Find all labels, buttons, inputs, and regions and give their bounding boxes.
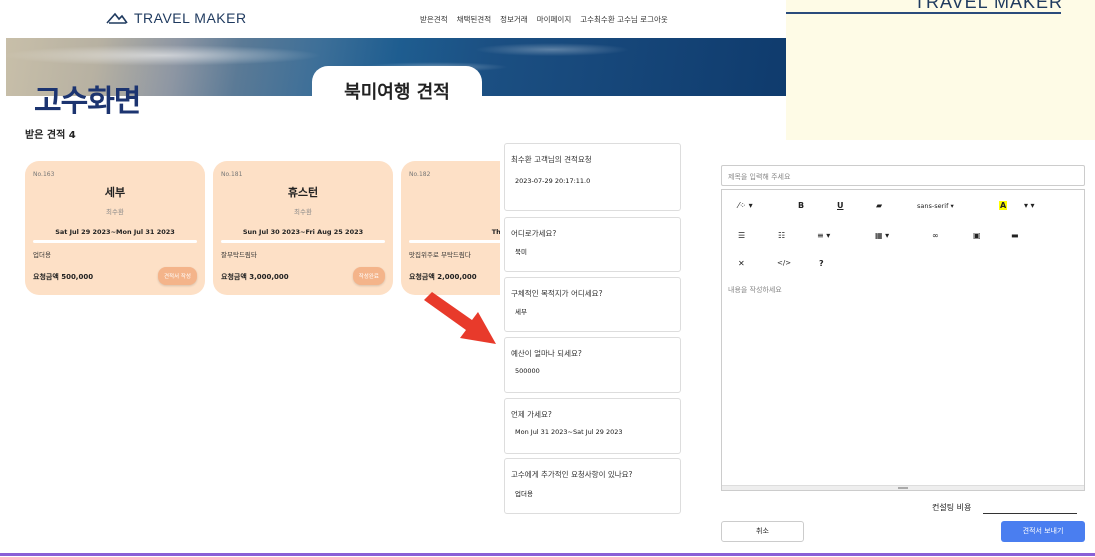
card-dates: Sun Jul 30 2023~Fri Aug 25 2023 (242, 228, 364, 236)
image-icon[interactable]: ▣ (973, 231, 981, 240)
card-destination: 휴스턴 (287, 186, 319, 199)
completed-button[interactable]: 작성완료 (352, 267, 385, 285)
fullscreen-icon[interactable]: ✕ (738, 259, 745, 268)
answer-text: 업더용 (515, 490, 533, 498)
answer-text: 2023-07-29 20:17:11.0 (515, 177, 591, 185)
video-icon[interactable]: ▬ (1011, 231, 1019, 240)
unordered-list-icon[interactable]: ☰ (738, 231, 745, 240)
consulting-fee-input[interactable] (983, 513, 1077, 514)
nav-info-trade[interactable]: 정보거래 (500, 14, 528, 25)
question-box: 어디로가세요? 북미 (504, 217, 681, 272)
font-color-icon[interactable]: A (999, 201, 1008, 210)
chevron-down-icon[interactable]: ▾ ▾ (1024, 201, 1035, 210)
quote-card[interactable]: No.163 세부 최수환 Sat Jul 29 2023~Mon Jul 31… (25, 161, 205, 295)
card-dates: Sat Jul 29 2023~Mon Jul 31 2023 (55, 228, 175, 236)
nav-mypage[interactable]: 마이페이지 (537, 14, 572, 25)
send-quote-button[interactable]: 견적서 보내기 (1001, 521, 1085, 542)
card-divider (221, 240, 385, 243)
bold-icon[interactable]: B (798, 201, 804, 210)
question-text: 최수환 고객님의 견적요청 (511, 155, 592, 164)
bottom-border (0, 553, 1095, 556)
nav-menu: 받은견적 채택된견적 정보거래 마이페이지 고수최수환 고수님 로그아웃 (420, 14, 668, 25)
page-label-overlay: 고수화면 (34, 84, 141, 119)
help-icon[interactable]: ? (819, 259, 824, 268)
font-family-value: sans-serif (917, 202, 949, 210)
mountain-logo-icon (106, 12, 128, 24)
content-placeholder: 내용을 작성하세요 (728, 286, 782, 294)
code-view-icon[interactable]: </> (777, 259, 791, 267)
answer-text: 북미 (515, 248, 527, 256)
question-text: 구체적인 목적지가 어디세요? (511, 289, 603, 298)
card-price: 요청금액 500,000 (33, 273, 94, 281)
write-quote-button[interactable]: 견적서 작성 (157, 267, 197, 285)
question-text: 언제 가세요? (511, 410, 552, 419)
editor-resize-bar[interactable] (722, 485, 1084, 490)
question-box: 예산이 얼마나 되세요? 500000 (504, 337, 681, 393)
background-logo: TRAVEL MAKER (913, 0, 1063, 12)
answer-text: 500000 (515, 367, 540, 375)
resize-grip-icon (898, 487, 908, 489)
top-navbar: TRAVEL MAKER 받은견적 채택된견적 정보거래 마이페이지 고수최수환… (6, 0, 786, 38)
card-customer: 최수환 (294, 208, 312, 216)
question-box: 고수에게 추가적인 요청사항이 있나요? 업더용 (504, 458, 681, 514)
question-box: 구체적인 목적지가 어디세요? 세부 (504, 277, 681, 332)
underline-icon[interactable]: U (837, 201, 844, 210)
card-customer: 최수환 (106, 208, 124, 216)
quote-card[interactable]: No.181 휴스턴 최수환 Sun Jul 30 2023~Fri Aug 2… (213, 161, 393, 295)
question-text: 고수에게 추가적인 요청사항이 있나요? (511, 470, 633, 479)
magic-wand-icon[interactable]: ⁄⁘ ▾ (738, 201, 753, 210)
card-memo: 잘부탁드림돠 (221, 251, 257, 259)
card-price: 요청금액 3,000,000 (221, 273, 289, 281)
site-logo-text: TRAVEL MAKER (134, 10, 247, 26)
background-panel: TRAVEL MAKER (786, 0, 1095, 140)
card-number: No.163 (33, 171, 55, 178)
site-logo[interactable]: TRAVEL MAKER (106, 10, 247, 26)
nav-accepted-quotes[interactable]: 채택된견적 (457, 14, 492, 25)
answer-text: Mon Jul 31 2023~Sat Jul 29 2023 (515, 428, 623, 436)
nav-received-quotes[interactable]: 받은견적 (420, 14, 448, 25)
received-quotes-title: 받은 견적 4 (25, 130, 76, 141)
ordered-list-icon[interactable]: ☷ (778, 231, 785, 240)
page-title: 북미여행 견적 (312, 66, 482, 106)
nav-user-logout[interactable]: 고수최수환 고수님 로그아웃 (580, 14, 668, 25)
card-price: 요청금액 2,000,000 (409, 273, 477, 281)
red-arrow-icon (424, 292, 496, 344)
question-box: 최수환 고객님의 견적요청 2023-07-29 20:17:11.0 (504, 143, 681, 211)
rich-text-editor[interactable]: ⁄⁘ ▾ B U ▰ sans-serif ▾ A ▾ ▾ ☰ ☷ ≡ ▾ ▦ … (721, 189, 1085, 491)
question-box: 언제 가세요? Mon Jul 31 2023~Sat Jul 29 2023 (504, 398, 681, 454)
card-number: No.181 (221, 171, 243, 178)
consulting-fee-label: 컨설팅 비용 (932, 503, 972, 512)
font-family-select[interactable]: sans-serif ▾ (917, 202, 954, 210)
card-memo: 업더용 (33, 251, 51, 259)
quote-title-input[interactable]: 제목을 입력해 주세요 (721, 165, 1085, 186)
cancel-button[interactable]: 취소 (721, 521, 804, 542)
question-text: 예산이 얼마나 되세요? (511, 349, 582, 358)
table-icon[interactable]: ▦ ▾ (875, 231, 889, 240)
align-icon[interactable]: ≡ ▾ (817, 231, 830, 240)
eraser-icon[interactable]: ▰ (876, 201, 882, 210)
card-destination: 세부 (104, 186, 126, 199)
card-divider (33, 240, 197, 243)
question-text: 어디로가세요? (511, 229, 557, 238)
answer-text: 세부 (515, 308, 527, 316)
link-icon[interactable]: ∞ (932, 231, 939, 240)
